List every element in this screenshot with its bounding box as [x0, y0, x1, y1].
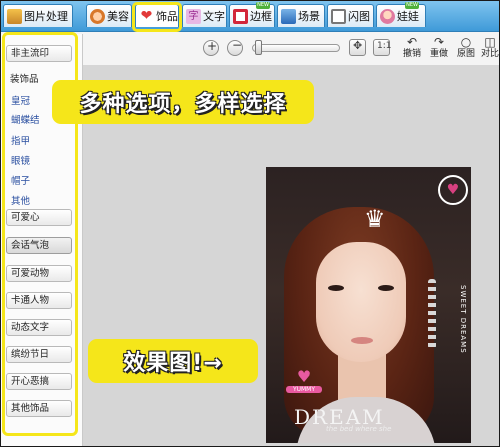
zoom-slider[interactable] — [252, 44, 340, 52]
zoom-out-icon[interactable]: − — [227, 38, 243, 56]
zoom-in-icon[interactable]: + — [203, 39, 219, 56]
new-badge: NEW — [256, 2, 270, 9]
sub-item-hat[interactable]: 帽子 — [11, 176, 30, 188]
undo-label: 撤销 — [402, 49, 421, 59]
photo-eye — [378, 285, 394, 291]
sub-item-glasses[interactable]: 眼镜 — [11, 156, 30, 168]
tab-doll[interactable]: NEW 娃娃 — [376, 2, 426, 27]
beauty-face-icon — [90, 8, 105, 24]
photo-lips — [351, 337, 373, 344]
dotted-decoration — [428, 279, 436, 349]
redo-button[interactable]: ↷ 重做 — [425, 36, 453, 63]
sticker-text: YUMMY — [286, 386, 322, 393]
redo-icon: ↷ — [433, 35, 445, 49]
tab-frame[interactable]: NEW 边框 — [229, 2, 275, 27]
undo-button[interactable]: ↶ 撤销 — [398, 36, 426, 63]
zoom-slider-handle[interactable] — [255, 40, 262, 55]
tab-label: 边框 — [250, 10, 272, 23]
fit-screen-icon[interactable]: ✥ — [349, 39, 366, 56]
sub-item-crown[interactable]: 皇冠 — [11, 96, 30, 108]
compare-icon: ◫ — [484, 36, 496, 49]
edited-photo[interactable]: ♛ ♥ SWEET DREAMS ♥ YUMMY DREAM the bed wh… — [266, 167, 471, 443]
text-icon: 字 — [186, 8, 201, 24]
frame-icon — [233, 8, 248, 24]
category-button[interactable]: 卡通人物 — [6, 292, 72, 309]
side-text: SWEET DREAMS — [459, 285, 467, 354]
photo-face — [316, 242, 406, 362]
scene-icon — [281, 8, 296, 24]
tab-scene[interactable]: 场景 — [277, 4, 325, 27]
category-button-selected[interactable]: 会话气泡 — [6, 237, 72, 254]
tab-photo-processing[interactable]: 图片处理 — [3, 4, 73, 27]
result-callout-text: 效果图!→ — [123, 351, 223, 376]
actual-size-icon[interactable]: 1:1 — [373, 39, 391, 56]
result-callout: 效果图!→ — [88, 339, 258, 383]
tab-label: 图片处理 — [24, 10, 68, 23]
heart-sticker-icon: ♥ — [438, 175, 468, 205]
original-icon: ○ — [460, 35, 472, 49]
tab-label: 娃娃 — [397, 10, 419, 23]
tab-label: 场景 — [298, 10, 320, 23]
section-title: 装饰品 — [10, 74, 39, 85]
tab-bar: 图片处理 美容 ❤ 饰品 字 文字 NEW 边框 场景 闪图 NEW 娃娃 — [1, 1, 499, 32]
dream-subtext: the bed where she — [326, 425, 392, 433]
doll-icon — [380, 8, 395, 24]
sub-item-nail[interactable]: 指甲 — [11, 136, 30, 148]
category-button[interactable]: 非主流印 — [6, 45, 72, 62]
original-label: 原图 — [456, 49, 475, 59]
compare-button[interactable]: ◫ 对比 — [479, 36, 499, 63]
category-button[interactable]: 可爱动物 — [6, 265, 72, 282]
app-window: 图片处理 美容 ❤ 饰品 字 文字 NEW 边框 场景 闪图 NEW 娃娃 + … — [0, 0, 500, 447]
redo-label: 重做 — [429, 49, 448, 59]
options-callout-text: 多种选项，多样选择 — [79, 92, 287, 117]
active-tab-highlight — [132, 2, 182, 32]
flash-icon — [331, 8, 346, 24]
tab-label: 文字 — [203, 10, 225, 23]
category-button[interactable]: 开心恶搞 — [6, 373, 72, 390]
photo-eye — [328, 285, 344, 291]
tab-flash[interactable]: 闪图 — [327, 4, 374, 27]
category-button[interactable]: 其他饰品 — [6, 400, 72, 417]
options-callout: 多种选项，多样选择 — [52, 80, 314, 124]
photo-icon — [7, 8, 22, 24]
category-button[interactable]: 可爱心 — [6, 209, 72, 226]
tab-text[interactable]: 字 文字 — [182, 4, 227, 27]
compare-label: 对比 — [480, 49, 499, 59]
undo-icon: ↶ — [406, 35, 418, 49]
tiara-icon: ♛ — [364, 205, 386, 233]
category-button[interactable]: 动态文字 — [6, 319, 72, 336]
new-badge: NEW — [405, 2, 419, 9]
tab-beauty[interactable]: 美容 — [86, 4, 132, 27]
sub-item-bow[interactable]: 蝴蝶结 — [11, 115, 40, 127]
original-button[interactable]: ○ 原图 — [452, 36, 480, 63]
sub-item-other[interactable]: 其他 — [11, 196, 30, 208]
category-button[interactable]: 缤纷节日 — [6, 346, 72, 363]
tab-label: 闪图 — [348, 10, 370, 23]
tab-label: 美容 — [107, 10, 129, 23]
sticker-icon: ♥ YUMMY — [286, 367, 322, 397]
